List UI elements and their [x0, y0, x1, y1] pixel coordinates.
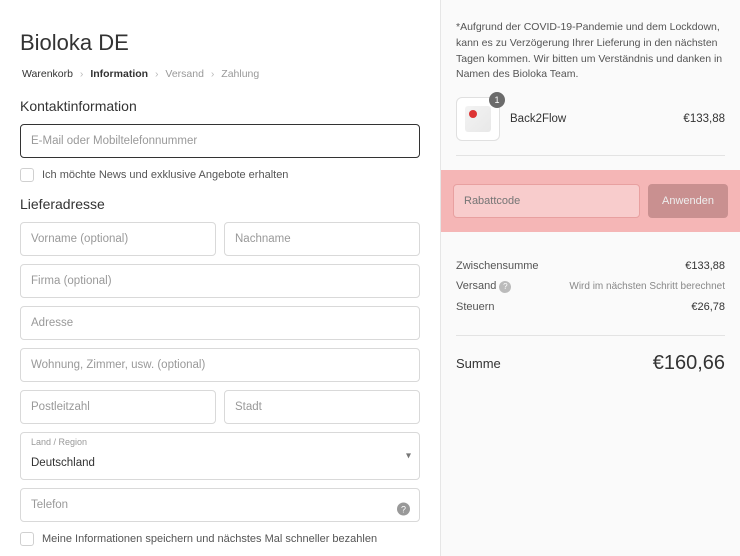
- total-label: Summe: [456, 356, 501, 371]
- zip-field[interactable]: [20, 390, 216, 424]
- save-info-checkbox[interactable]: [20, 532, 34, 546]
- chevron-right-icon: ›: [211, 68, 215, 80]
- chevron-right-icon: ›: [155, 68, 159, 80]
- chevron-right-icon: ›: [80, 68, 84, 80]
- country-label: Land / Region: [31, 437, 87, 447]
- breadcrumb-shipping: Versand: [165, 68, 204, 80]
- subtotal-value: €133,88: [685, 260, 725, 272]
- company-field[interactable]: [20, 264, 420, 298]
- breadcrumb-cart[interactable]: Warenkorb: [22, 68, 73, 80]
- apply-discount-button[interactable]: Anwenden: [648, 184, 728, 218]
- news-checkbox[interactable]: [20, 168, 34, 182]
- country-select[interactable]: Land / Region Deutschland ▾: [20, 432, 420, 480]
- contact-heading: Kontaktinformation: [20, 98, 420, 114]
- product-thumbnail: 1: [456, 97, 500, 141]
- discount-section: Anwenden: [441, 170, 740, 232]
- save-info-label: Meine Informationen speichern und nächst…: [42, 533, 377, 545]
- covid-notice: *Aufgrund der COVID-19-Pandemie und dem …: [456, 20, 725, 83]
- email-field[interactable]: [20, 124, 420, 158]
- news-label: Ich möchte News und exklusive Angebote e…: [42, 169, 288, 181]
- order-summary: Zwischensumme €133,88 Versand? Wird im n…: [456, 246, 725, 336]
- first-name-field[interactable]: [20, 222, 216, 256]
- breadcrumb: Warenkorb › Information › Versand › Zahl…: [20, 68, 420, 80]
- tax-value: €26,78: [691, 301, 725, 313]
- discount-code-input[interactable]: [453, 184, 640, 218]
- address-field[interactable]: [20, 306, 420, 340]
- product-name: Back2Flow: [510, 113, 673, 125]
- cart-item: 1 Back2Flow €133,88: [456, 97, 725, 156]
- phone-field[interactable]: [20, 488, 420, 522]
- apartment-field[interactable]: [20, 348, 420, 382]
- delivery-heading: Lieferadresse: [20, 196, 420, 212]
- page-title: Bioloka DE: [20, 30, 420, 56]
- shipping-value: Wird im nächsten Schritt berechnet: [569, 281, 725, 292]
- chevron-down-icon: ▾: [406, 451, 411, 462]
- tax-label: Steuern: [456, 301, 495, 313]
- city-field[interactable]: [224, 390, 420, 424]
- subtotal-label: Zwischensumme: [456, 260, 539, 272]
- help-icon[interactable]: ?: [397, 503, 410, 516]
- product-price: €133,88: [683, 113, 725, 125]
- breadcrumb-information: Information: [90, 68, 148, 80]
- breadcrumb-payment: Zahlung: [221, 68, 259, 80]
- last-name-field[interactable]: [224, 222, 420, 256]
- quantity-badge: 1: [489, 92, 505, 108]
- total-value: €160,66: [653, 352, 725, 375]
- shipping-label: Versand?: [456, 280, 511, 293]
- help-icon[interactable]: ?: [499, 281, 511, 293]
- country-value: Deutschland: [31, 443, 409, 469]
